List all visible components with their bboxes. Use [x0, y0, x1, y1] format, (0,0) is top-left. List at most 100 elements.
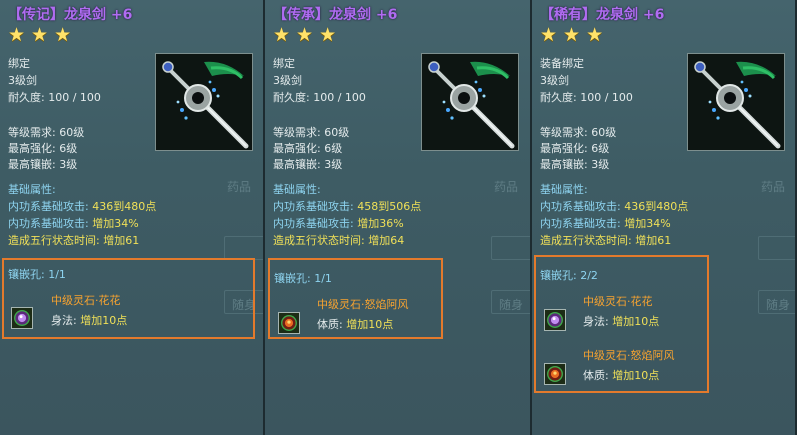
attribute-row: 内功系基础攻击: 增加34%	[8, 215, 139, 231]
bind-status: 装备绑定	[540, 57, 584, 70]
base-attributes-header: 基础属性:	[273, 183, 321, 196]
purple-gem-icon	[544, 309, 566, 331]
item-tooltip-panel-1: 药品 随身 【传记】龙泉剑 +6 ★ ★ ★ 绑定 3级剑 耐久度: 100 /…	[0, 0, 265, 435]
gem-value: 增加10点	[346, 318, 394, 331]
attribute-row: 造成五行状态时间: 增加61	[8, 232, 139, 248]
attribute-value: 增加61	[103, 234, 140, 247]
attribute-value: 增加36%	[357, 217, 404, 230]
attribute-label: 内功系基础攻击:	[540, 200, 625, 213]
item-tooltip-panel-3: 药品 随身 【稀有】龙泉剑 +6 ★ ★ ★ 装备绑定 3级剑 耐久度: 100…	[532, 0, 797, 435]
attribute-label: 内功系基础攻击:	[8, 200, 93, 213]
gem-value: 增加10点	[80, 314, 128, 327]
gem-bonus: 体质: 增加10点	[583, 367, 659, 383]
max-socket: 最高镶嵌: 3级	[273, 158, 343, 171]
level-requirement: 等级需求: 60级	[8, 126, 85, 139]
attribute-row: 造成五行状态时间: 增加64	[273, 232, 404, 248]
attribute-label: 内功系基础攻击:	[273, 217, 358, 230]
item-title: 【传记】龙泉剑 +6	[8, 7, 133, 23]
background-tab-label: 药品	[227, 180, 252, 194]
socket-section: 镶嵌孔: 1/1 中级灵石·花花 身法: 增加10点	[2, 258, 255, 339]
gem-bonus: 身法: 增加10点	[51, 312, 127, 328]
attribute-value: 增加34%	[624, 217, 671, 230]
background-tab-label: 药品	[494, 180, 519, 194]
attribute-row: 内功系基础攻击: 增加34%	[540, 215, 671, 231]
star-rating: ★ ★ ★	[273, 26, 336, 45]
max-enhance: 最高强化: 6级	[8, 142, 78, 155]
durability: 耐久度: 100 / 100	[8, 91, 101, 104]
gem-stat: 体质:	[317, 318, 343, 331]
gem-name: 中级灵石·怒焰阿风	[317, 298, 409, 311]
socket-count: 镶嵌孔: 1/1	[8, 268, 66, 281]
gem-name: 中级灵石·花花	[583, 295, 653, 308]
attribute-value: 增加61	[635, 234, 672, 247]
item-title: 【稀有】龙泉剑 +6	[540, 7, 665, 23]
attribute-row: 内功系基础攻击: 增加36%	[273, 215, 404, 231]
star-rating: ★ ★ ★	[540, 26, 603, 45]
item-title: 【传承】龙泉剑 +6	[273, 7, 398, 23]
star-icon: ★	[54, 24, 72, 46]
background-tab-label: 药品	[761, 180, 786, 194]
attribute-row: 造成五行状态时间: 增加61	[540, 232, 671, 248]
gem-bonus: 身法: 增加10点	[583, 313, 659, 329]
gem-value: 增加10点	[612, 369, 660, 382]
bind-status: 绑定	[8, 57, 30, 70]
purple-gem-icon	[11, 307, 33, 329]
attribute-row: 内功系基础攻击: 436到480点	[8, 198, 156, 214]
background-tab-label: 随身	[766, 298, 791, 312]
background-tab-label: 随身	[499, 298, 524, 312]
attribute-label: 内功系基础攻击:	[273, 200, 358, 213]
socket-count: 镶嵌孔: 2/2	[540, 269, 598, 282]
attribute-row: 内功系基础攻击: 436到480点	[540, 198, 688, 214]
attribute-value: 458到506点	[357, 200, 422, 213]
max-enhance: 最高强化: 6级	[540, 142, 610, 155]
max-socket: 最高镶嵌: 3级	[8, 158, 78, 171]
attribute-row: 内功系基础攻击: 458到506点	[273, 198, 421, 214]
attribute-label: 内功系基础攻击:	[540, 217, 625, 230]
socket-section: 镶嵌孔: 1/1 中级灵石·怒焰阿风 体质: 增加10点	[268, 258, 443, 339]
red-gem-icon	[278, 312, 300, 334]
base-attributes-header: 基础属性:	[540, 183, 588, 196]
item-type: 3级剑	[540, 74, 569, 87]
background-slot	[758, 236, 795, 260]
star-icon: ★	[563, 24, 581, 46]
attribute-label: 内功系基础攻击:	[8, 217, 93, 230]
star-icon: ★	[31, 24, 49, 46]
sword-item-icon	[421, 53, 519, 151]
attribute-value: 436到480点	[624, 200, 689, 213]
base-attributes-header: 基础属性:	[8, 183, 56, 196]
gem-bonus: 体质: 增加10点	[317, 316, 393, 332]
max-socket: 最高镶嵌: 3级	[540, 158, 610, 171]
item-type: 3级剑	[8, 74, 37, 87]
level-requirement: 等级需求: 60级	[273, 126, 350, 139]
item-type: 3级剑	[273, 74, 302, 87]
attribute-label: 造成五行状态时间:	[273, 234, 369, 247]
red-gem-icon	[544, 363, 566, 385]
star-icon: ★	[8, 24, 26, 46]
socket-section: 镶嵌孔: 2/2 中级灵石·花花 身法: 增加10点 中级灵石·怒焰阿风 体质:…	[534, 255, 709, 393]
gem-value: 增加10点	[612, 315, 660, 328]
gem-name: 中级灵石·怒焰阿风	[583, 349, 675, 362]
durability: 耐久度: 100 / 100	[540, 91, 633, 104]
background-slot	[491, 236, 530, 260]
attribute-label: 造成五行状态时间:	[8, 234, 104, 247]
attribute-value: 增加64	[368, 234, 405, 247]
gem-name: 中级灵石·花花	[51, 294, 121, 307]
attribute-label: 造成五行状态时间:	[540, 234, 636, 247]
socket-count: 镶嵌孔: 1/1	[274, 272, 332, 285]
sword-item-icon	[155, 53, 253, 151]
star-icon: ★	[586, 24, 604, 46]
gem-stat: 身法:	[583, 315, 609, 328]
star-icon: ★	[540, 24, 558, 46]
item-tooltip-panel-2: 药品 随身 【传承】龙泉剑 +6 ★ ★ ★ 绑定 3级剑 耐久度: 100 /…	[265, 0, 532, 435]
star-icon: ★	[319, 24, 337, 46]
durability: 耐久度: 100 / 100	[273, 91, 366, 104]
attribute-value: 增加34%	[92, 217, 139, 230]
background-slot	[224, 236, 263, 260]
attribute-value: 436到480点	[92, 200, 157, 213]
level-requirement: 等级需求: 60级	[540, 126, 617, 139]
star-rating: ★ ★ ★	[8, 26, 71, 45]
gem-stat: 身法:	[51, 314, 77, 327]
star-icon: ★	[296, 24, 314, 46]
sword-item-icon	[687, 53, 785, 151]
bind-status: 绑定	[273, 57, 295, 70]
